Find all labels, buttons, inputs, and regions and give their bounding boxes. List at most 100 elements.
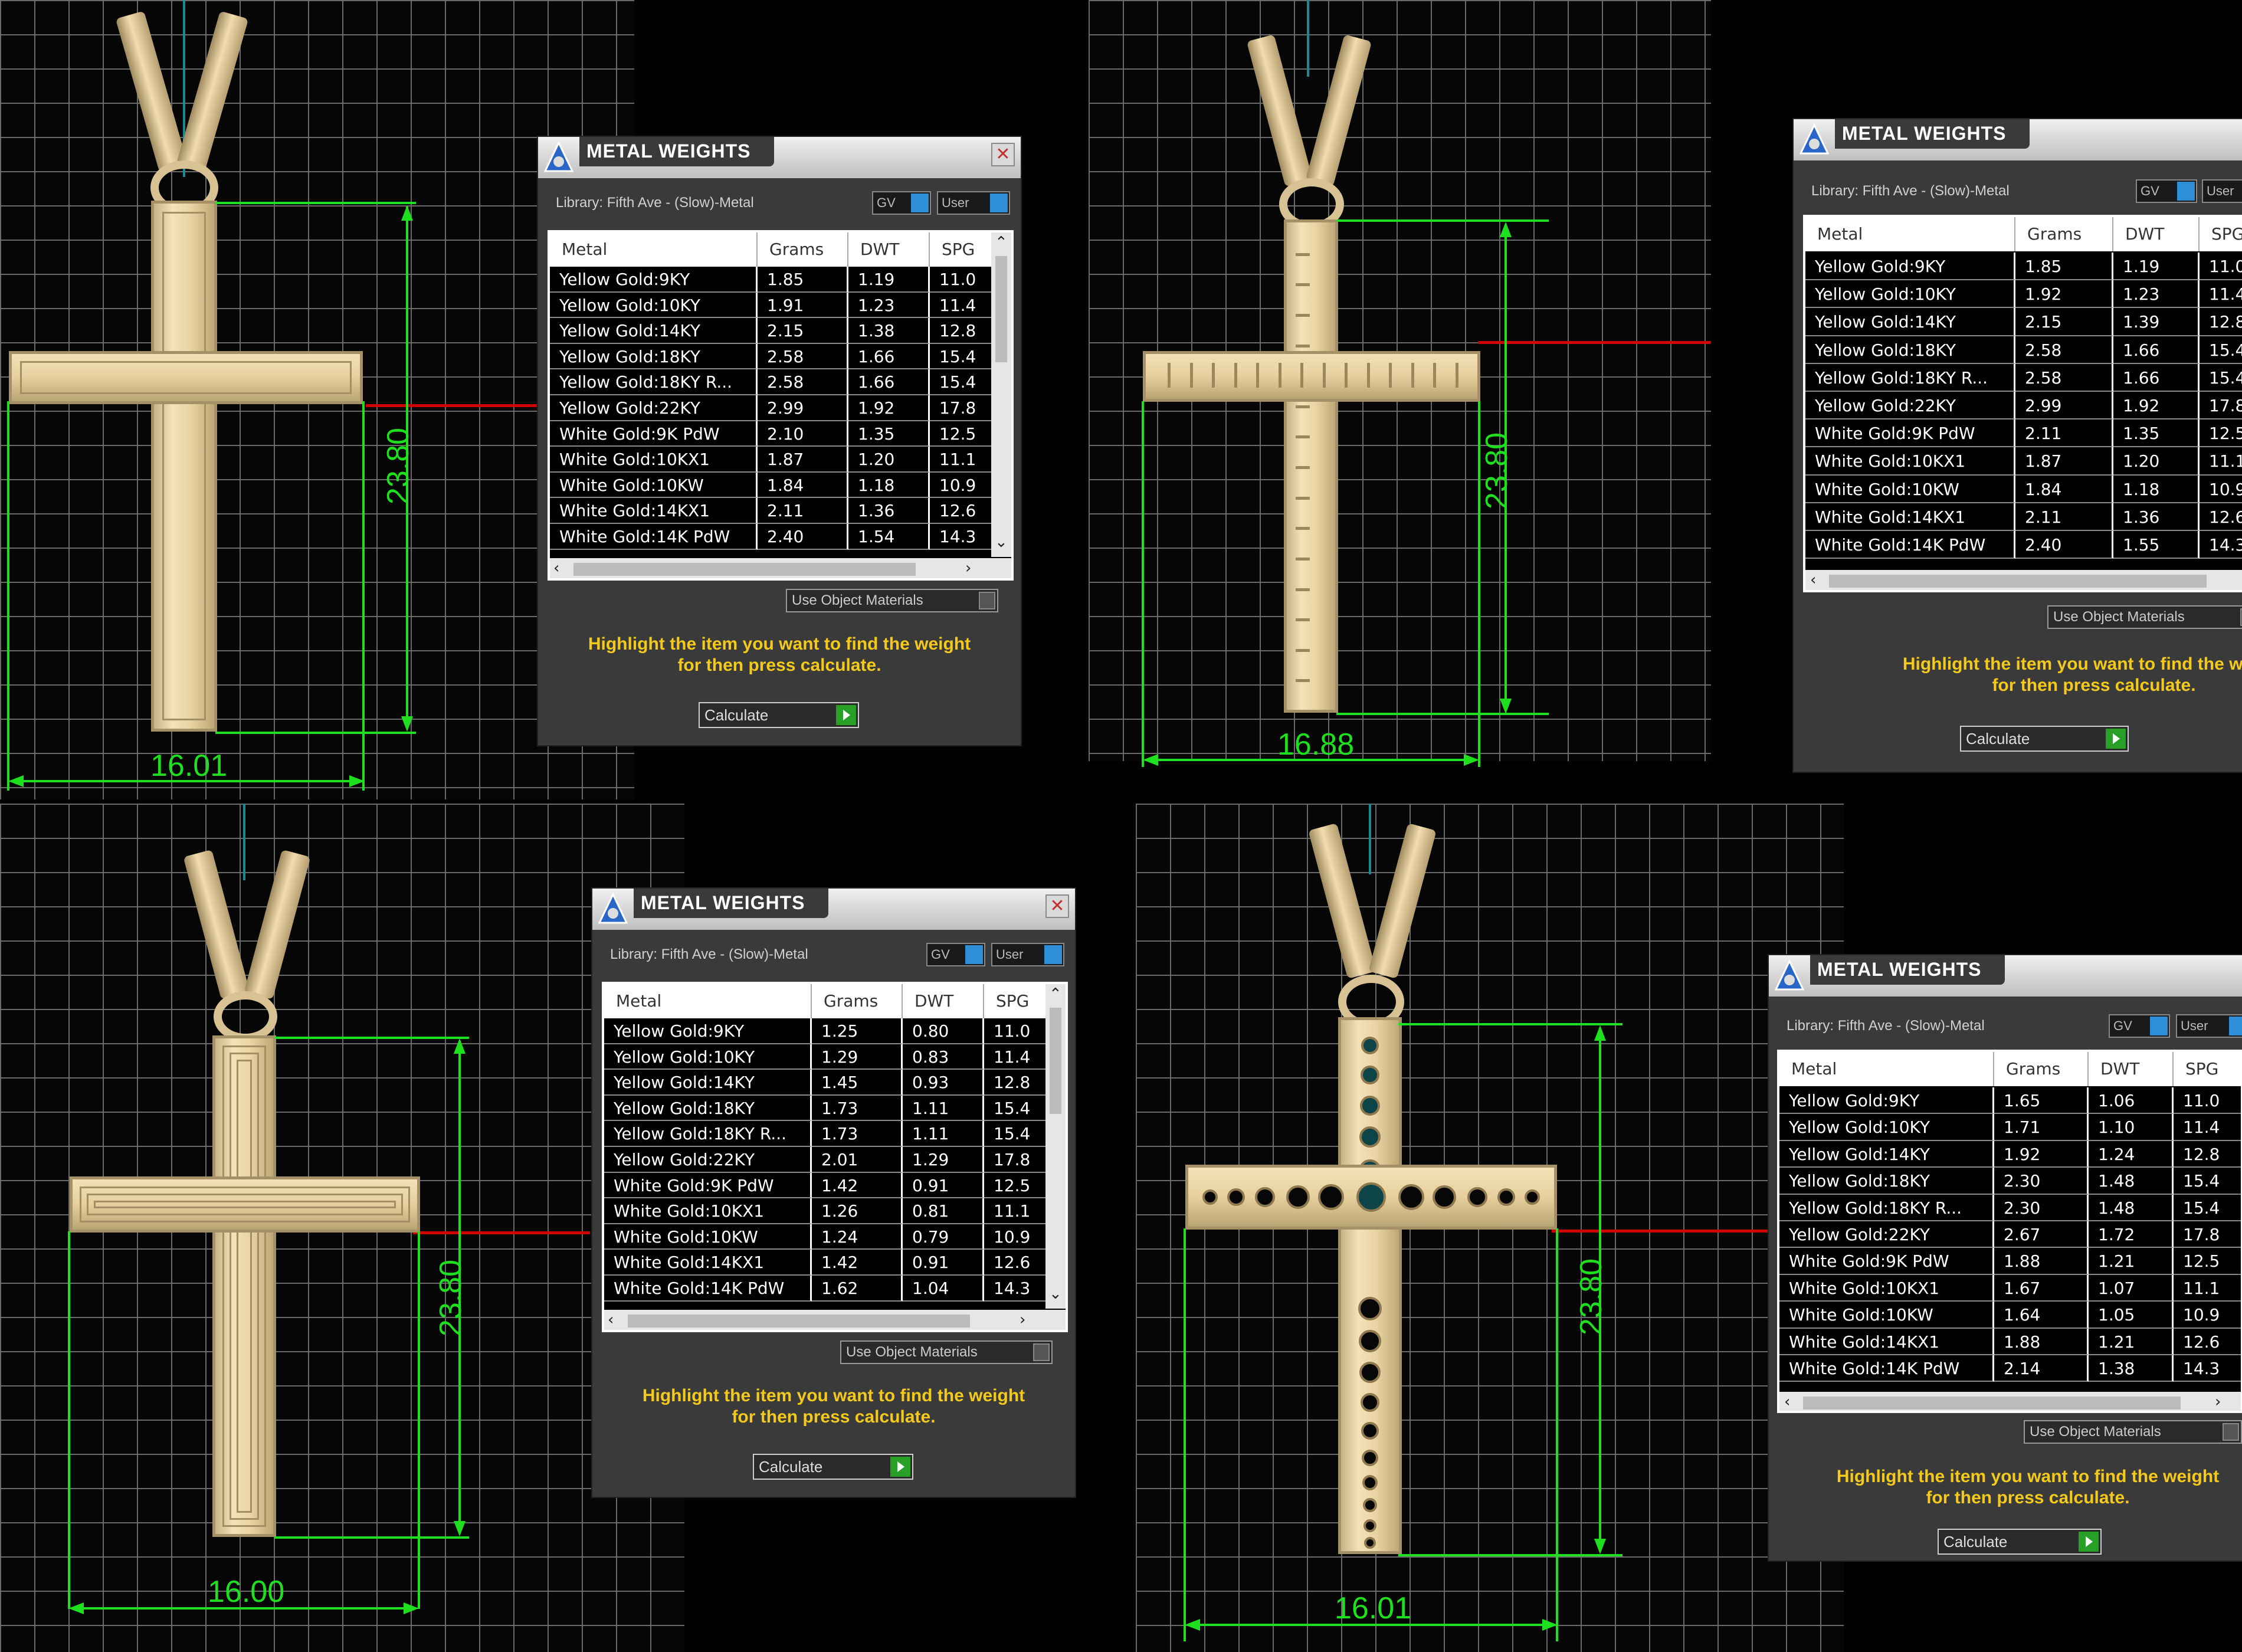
y-axis-line [1369, 804, 1371, 874]
use-object-materials-checkbox[interactable]: Use Object Materials [786, 589, 998, 612]
close-icon[interactable]: ✕ [991, 143, 1015, 166]
dialog-title-bar[interactable]: METAL WEIGHTS [1769, 955, 2242, 997]
cell-grams: 2.01 [812, 1147, 903, 1173]
cell-spg: 11.4 [2200, 280, 2242, 309]
cell-spg: 17.8 [2200, 392, 2242, 420]
scroll-right-icon[interactable]: › [965, 559, 971, 577]
cell-spg: 17.8 [930, 395, 996, 421]
hscroll-thumb[interactable] [573, 563, 916, 576]
calculate-button[interactable]: Calculate [753, 1454, 913, 1480]
scroll-down-icon[interactable]: ⌄ [1049, 1285, 1062, 1303]
scroll-left-icon[interactable]: ‹ [553, 559, 559, 577]
scroll-down-icon[interactable]: ⌄ [995, 533, 1008, 551]
col-header-grams[interactable]: Grams [2015, 217, 2113, 251]
col-header-spg[interactable]: SPG [2174, 1052, 2241, 1086]
calculate-button[interactable]: Calculate [699, 702, 859, 728]
col-header-spg[interactable]: SPG [2200, 217, 2242, 251]
col-header-dwt[interactable]: DWT [2113, 217, 2200, 251]
scroll-thumb[interactable] [995, 256, 1007, 362]
horizontal-scrollbar[interactable]: ‹ › [550, 558, 1011, 578]
user-toggle-icon [1044, 945, 1062, 964]
cell-grams: 2.99 [2015, 392, 2113, 420]
metal-table[interactable]: Metal Grams DWT SPG Yellow Gold:9KY 1.85 1… [548, 230, 1014, 581]
hscroll-thumb[interactable] [1829, 575, 2207, 588]
cell-metal: Yellow Gold:10KY [1805, 280, 2015, 309]
cell-grams: 2.30 [1994, 1168, 2089, 1195]
play-icon [2106, 729, 2126, 749]
hscroll-thumb[interactable] [1803, 1397, 2181, 1410]
scroll-left-icon[interactable]: ‹ [1784, 1393, 1790, 1411]
col-header-metal[interactable]: Metal [1779, 1052, 1994, 1086]
vertical-scrollbar[interactable]: ⌃ ⌄ [1045, 984, 1066, 1309]
checkbox-icon [2223, 1423, 2239, 1441]
metal-table[interactable]: Metal Grams DWT SPG Yellow Gold:9KY 1.25 0… [602, 982, 1068, 1332]
gv-toggle[interactable]: GV [2109, 1014, 2170, 1038]
texture-notch [1295, 435, 1310, 439]
metal-table[interactable]: Metal Grams DWT SPG Yellow Gold:9KY 1.85 1… [1803, 215, 2242, 592]
cell-metal: White Gold:14KX1 [1805, 503, 2015, 531]
gv-toggle-icon [2150, 1017, 2168, 1035]
scroll-right-icon[interactable]: › [2215, 1393, 2221, 1411]
col-header-grams[interactable]: Grams [758, 232, 848, 267]
use-object-materials-checkbox[interactable]: Use Object Materials [840, 1340, 1053, 1364]
metal-weights-dialog: METAL WEIGHTS Library: Fifth Ave - (Slow… [1768, 954, 2242, 1562]
metal-table[interactable]: Metal Grams DWT SPG Yellow Gold:9KY 1.65 1… [1777, 1050, 2242, 1413]
user-toggle[interactable]: User [937, 191, 1010, 215]
scroll-thumb[interactable] [1050, 1008, 1061, 1114]
scroll-right-icon[interactable]: › [1020, 1311, 1025, 1329]
user-toggle[interactable]: User [2202, 179, 2242, 203]
col-header-grams[interactable]: Grams [812, 984, 903, 1018]
stone-setting [1202, 1189, 1218, 1205]
col-header-metal[interactable]: Metal [1805, 217, 2015, 251]
dialog-title-bar[interactable]: METAL WEIGHTS [1794, 119, 2242, 160]
cell-spg: 12.5 [930, 421, 996, 447]
calculate-button[interactable]: Calculate [1938, 1529, 2102, 1555]
use-object-materials-checkbox[interactable]: Use Object Materials [2047, 605, 2242, 629]
col-header-dwt[interactable]: DWT [2089, 1052, 2174, 1086]
stone-setting [1359, 1126, 1381, 1148]
cell-dwt: 0.83 [903, 1044, 984, 1070]
col-header-metal[interactable]: Metal [604, 984, 812, 1018]
user-toggle[interactable]: User [991, 943, 1064, 966]
table-header: Metal Grams DWT SPG [1805, 217, 2242, 251]
scroll-left-icon[interactable]: ‹ [1810, 571, 1816, 589]
hint-text: Highlight the item you want to find the … [588, 634, 971, 675]
horizontal-scrollbar[interactable]: ‹ [1805, 570, 2242, 590]
gv-toggle[interactable]: GV [926, 943, 985, 966]
dialog-title-bar[interactable]: METAL WEIGHTS ✕ [592, 889, 1075, 930]
panel-bottom-right: 23.80 16.01 METAL WEIGHTS Library: Fifth… [1127, 804, 2242, 1652]
calculate-button[interactable]: Calculate [1960, 726, 2129, 752]
col-header-dwt[interactable]: DWT [903, 984, 984, 1018]
scroll-left-icon[interactable]: ‹ [608, 1311, 614, 1329]
width-dimension-label: 16.01 [150, 749, 228, 783]
cell-dwt: 1.92 [848, 395, 930, 421]
cell-grams: 2.58 [2015, 336, 2113, 364]
horizontal-scrollbar[interactable]: ‹ › [604, 1310, 1066, 1330]
user-toggle[interactable]: User [2176, 1014, 2242, 1038]
col-header-grams[interactable]: Grams [1994, 1052, 2089, 1086]
x-axis-line [366, 404, 537, 407]
texture-notch [1234, 363, 1237, 388]
vertical-scrollbar[interactable]: ⌃ ⌄ [991, 232, 1011, 557]
gv-toggle[interactable]: GV [2136, 179, 2197, 203]
scroll-up-icon[interactable]: ⌃ [995, 234, 1008, 251]
dialog-title: METAL WEIGHTS [641, 892, 805, 913]
cell-dwt: 1.23 [848, 292, 930, 319]
hscroll-thumb[interactable] [628, 1315, 970, 1328]
library-label: Library: Fifth Ave - (Slow)-Metal [1811, 183, 2010, 199]
col-header-spg[interactable]: SPG [984, 984, 1050, 1018]
height-dimension-label: 23.80 [434, 1259, 468, 1337]
dialog-title-bar[interactable]: METAL WEIGHTS ✕ [538, 137, 1021, 178]
col-header-dwt[interactable]: DWT [848, 232, 930, 267]
horizontal-scrollbar[interactable]: ‹ › [1779, 1392, 2241, 1411]
cell-metal: Yellow Gold:18KY [604, 1095, 812, 1122]
cell-spg: 11.0 [930, 267, 996, 293]
cell-spg: 11.4 [2174, 1114, 2241, 1141]
col-header-metal[interactable]: Metal [550, 232, 758, 267]
close-icon[interactable]: ✕ [1045, 894, 1069, 918]
cell-spg: 11.0 [2174, 1087, 2241, 1115]
gv-toggle[interactable]: GV [872, 191, 931, 215]
scroll-up-icon[interactable]: ⌃ [1049, 985, 1062, 1003]
use-object-materials-checkbox[interactable]: Use Object Materials [2024, 1420, 2242, 1444]
col-header-spg[interactable]: SPG [930, 232, 996, 267]
